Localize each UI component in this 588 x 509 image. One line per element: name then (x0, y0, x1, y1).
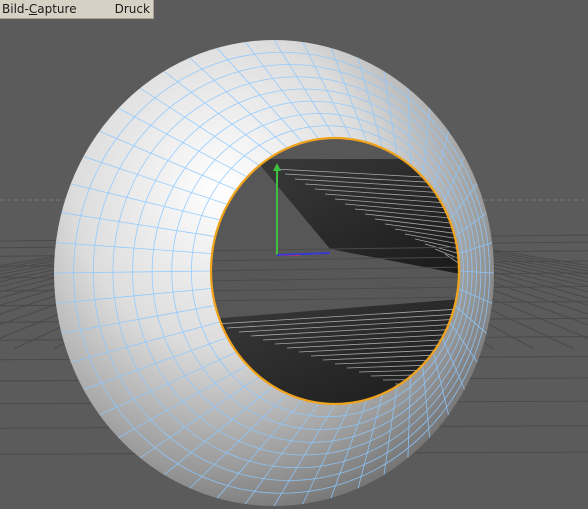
menu-druck[interactable]: Druck (113, 2, 150, 16)
menubar: Bild-Capture Druck (0, 0, 154, 19)
viewport-canvas[interactable] (0, 19, 588, 509)
menu-bild-capture[interactable]: Bild-Capture (0, 2, 77, 16)
3d-viewport[interactable] (0, 19, 588, 509)
